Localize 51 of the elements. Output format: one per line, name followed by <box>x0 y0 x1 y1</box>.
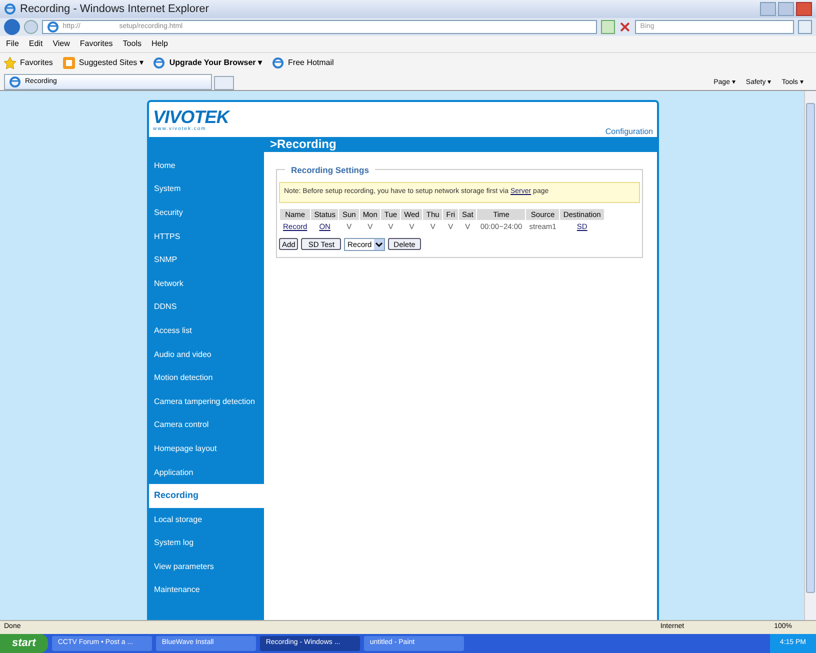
sidebar-item[interactable]: Security <box>149 201 264 225</box>
search-button[interactable] <box>798 20 812 34</box>
page-icon <box>272 56 284 68</box>
sidebar-item[interactable]: Camera tampering detection <box>149 390 264 414</box>
close-button[interactable] <box>796 2 812 16</box>
sidebar-item[interactable]: Motion detection <box>149 366 264 390</box>
sidebar-item[interactable]: Camera control <box>149 414 264 438</box>
sidebar-item[interactable]: DDNS <box>149 296 264 320</box>
page-heading: >Recording <box>270 137 336 151</box>
maximize-button[interactable] <box>778 2 794 16</box>
new-tab-button[interactable] <box>214 76 234 90</box>
favorites-link[interactable]: Suggested Sites ▾ <box>62 56 144 68</box>
logo: VIVOTEK <box>153 108 229 126</box>
sidebar-item[interactable]: View parameters <box>149 555 264 579</box>
minimize-button[interactable] <box>760 2 776 16</box>
sidebar-item[interactable]: Application <box>149 460 264 484</box>
menu-item[interactable]: Edit <box>28 38 43 50</box>
menu-item[interactable]: Tools <box>122 38 142 50</box>
sidebar-item[interactable]: Homepage layout <box>149 437 264 461</box>
menu-item[interactable]: Help <box>151 38 168 50</box>
back-button[interactable] <box>4 19 20 35</box>
sidebar-item[interactable]: Recording <box>149 484 264 508</box>
sidebar-item[interactable]: System log <box>149 532 264 556</box>
configuration-link[interactable]: Configuration <box>605 126 653 138</box>
sidebar-item[interactable]: SNMP <box>149 248 264 272</box>
menu-item[interactable]: Favorites <box>80 38 113 50</box>
sidebar-item[interactable]: HTTPS <box>149 224 264 248</box>
favorites-link[interactable]: Free Hotmail <box>272 56 334 68</box>
favorites-link[interactable]: Favorites <box>4 56 53 68</box>
sidebar-item[interactable]: Local storage <box>149 508 264 532</box>
sidebar-item[interactable]: Maintenance <box>149 578 264 602</box>
start-button[interactable]: start <box>0 634 48 653</box>
page-icon <box>153 56 166 68</box>
sidebar-item[interactable]: System <box>149 178 264 202</box>
page-icon <box>46 21 59 33</box>
sidebar-item[interactable]: Audio and video <box>149 342 264 366</box>
sites-icon <box>62 56 75 68</box>
forward-button[interactable] <box>24 20 38 34</box>
favorites-link[interactable]: Upgrade Your Browser ▾ <box>153 56 262 68</box>
sidebar-item[interactable]: Network <box>149 272 264 296</box>
sidebar-item[interactable]: Home <box>149 154 264 178</box>
refresh-button[interactable] <box>601 20 616 34</box>
star-icon <box>4 56 16 68</box>
sidebar-item[interactable]: Access list <box>149 319 264 343</box>
scrollbar[interactable] <box>804 91 816 620</box>
scroll-thumb[interactable] <box>806 103 815 593</box>
stop-icon[interactable] <box>619 21 632 33</box>
group-title: Recording Settings <box>285 164 375 177</box>
menu-item[interactable]: View <box>52 38 70 50</box>
window-title: Recording - Windows Internet Explorer <box>20 2 209 17</box>
menu-item[interactable]: File <box>6 38 19 50</box>
